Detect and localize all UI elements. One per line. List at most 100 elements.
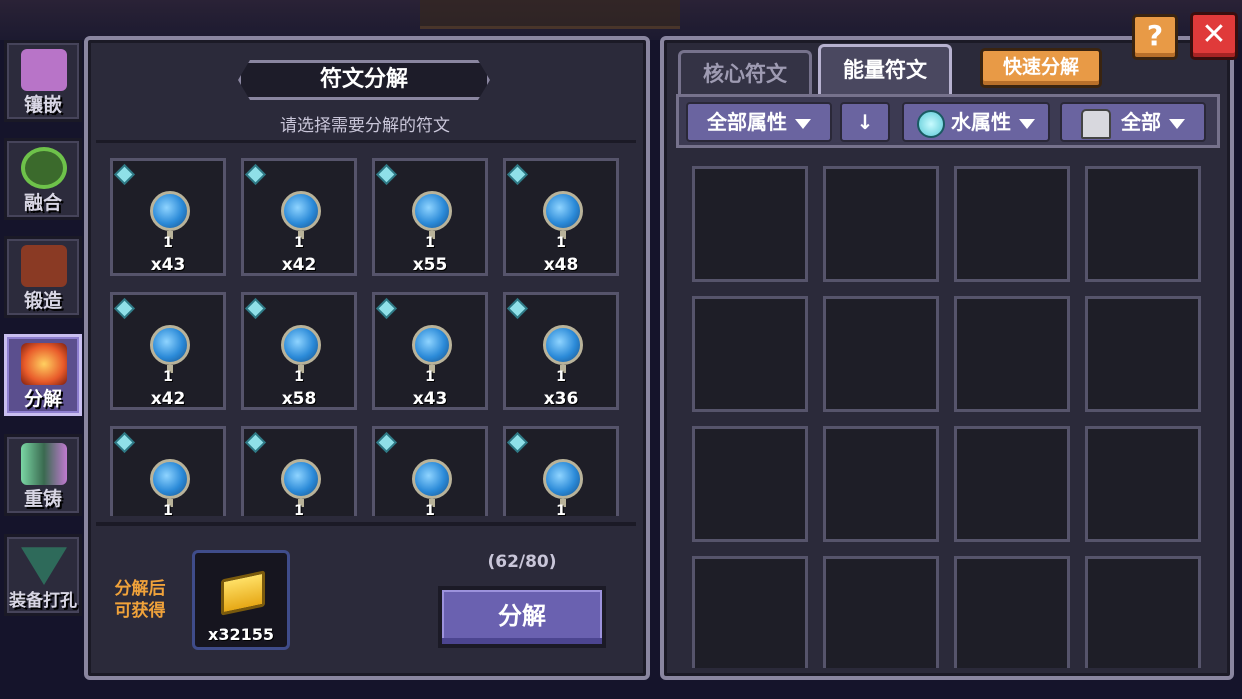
rune-count: x58 [281, 389, 317, 409]
rune-slot[interactable]: 1 [372, 426, 488, 516]
rune-icon [543, 459, 583, 499]
empty-slot[interactable] [1085, 556, 1201, 668]
rune-slot[interactable]: 1 [110, 426, 226, 516]
rune-slot[interactable]: 1 x43 [110, 158, 226, 276]
rune-level: 1 [163, 235, 173, 251]
rune-icon [150, 191, 190, 231]
chevron-down-icon [1019, 118, 1035, 129]
chevron-down-icon [795, 118, 811, 129]
monster-icon [1081, 108, 1111, 139]
rune-count: x48 [543, 255, 579, 275]
empty-slot[interactable] [692, 426, 808, 542]
empty-slot[interactable] [823, 296, 939, 412]
rune-count: x42 [150, 389, 186, 409]
rune-slot[interactable]: 1 x55 [372, 158, 488, 276]
rune-slot[interactable]: 1 x43 [372, 292, 488, 410]
empty-slot[interactable] [823, 556, 939, 668]
yield-label-line1: 分解后 [114, 579, 166, 599]
empty-slot[interactable] [823, 426, 939, 542]
nav-decompose-label: 分解 [23, 388, 62, 410]
rune-icon [412, 325, 452, 365]
chevron-down-icon [1169, 118, 1185, 129]
rune-level: 1 [294, 503, 304, 516]
rune-slot[interactable]: 1 x42 [241, 158, 357, 276]
empty-slot[interactable] [954, 556, 1070, 668]
rune-slot[interactable]: 1 x42 [110, 292, 226, 410]
yield-count: x32155 [208, 625, 274, 644]
question-mark-icon: ? [1146, 19, 1164, 52]
rune-level: 1 [294, 235, 304, 251]
rune-count: x36 [543, 389, 579, 409]
type-filter-label: 全部 [1121, 110, 1161, 134]
empty-slot[interactable] [823, 166, 939, 282]
water-gem-icon [378, 300, 395, 317]
nav-socket[interactable]: 装备打孔 [4, 534, 82, 616]
capacity-counter: (62/80) [487, 552, 557, 572]
empty-slot[interactable] [1085, 296, 1201, 412]
water-gem-icon [509, 166, 526, 183]
rune-slot[interactable]: 1 [503, 426, 619, 516]
recast-icon [21, 443, 67, 485]
yield-slot: x32155 [192, 550, 290, 650]
type-filter-dropdown[interactable]: 全部 [1060, 102, 1206, 142]
decompose-icon [21, 343, 67, 385]
energy-rune-slots [688, 160, 1208, 668]
sort-button[interactable]: ↓ [840, 102, 890, 142]
rune-icon [281, 459, 321, 499]
rune-slot[interactable]: 1 x36 [503, 292, 619, 410]
rune-level: 1 [163, 369, 173, 385]
tab-core-runes[interactable]: 核心符文 [678, 50, 812, 94]
rune-level: 1 [163, 503, 173, 516]
empty-slot[interactable] [954, 166, 1070, 282]
rune-level: 1 [556, 235, 566, 251]
empty-slot[interactable] [692, 296, 808, 412]
nav-inlay[interactable]: 镶嵌 [4, 40, 82, 122]
nav-fusion[interactable]: 融合 [4, 138, 82, 220]
water-gem-icon [247, 166, 264, 183]
rune-slot[interactable]: 1 x48 [503, 158, 619, 276]
water-gem-icon [378, 166, 395, 183]
rune-level: 1 [294, 369, 304, 385]
forge-icon [21, 245, 67, 287]
nav-inlay-label: 镶嵌 [23, 94, 62, 116]
rune-level: 1 [425, 369, 435, 385]
water-gem-icon [509, 434, 526, 451]
help-button[interactable]: ? [1132, 14, 1178, 60]
empty-slot[interactable] [692, 556, 808, 668]
attribute-filter-dropdown[interactable]: 全部属性 [686, 102, 832, 142]
quick-decompose-button[interactable]: 快速分解 [980, 48, 1102, 88]
close-button[interactable]: ✕ [1190, 12, 1238, 60]
empty-slot[interactable] [954, 296, 1070, 412]
rune-icon [281, 191, 321, 231]
socket-icon [21, 547, 67, 585]
empty-slot[interactable] [954, 426, 1070, 542]
nav-forge-label: 锻造 [23, 290, 62, 312]
rune-icon [543, 191, 583, 231]
rune-level: 1 [556, 503, 566, 516]
inlay-icon [21, 49, 67, 91]
decompose-button[interactable]: 分解 [438, 586, 606, 648]
nav-forge[interactable]: 锻造 [4, 236, 82, 318]
panel-title: 符文分解 [238, 60, 490, 100]
fusion-icon [21, 147, 67, 189]
element-filter-dropdown[interactable]: 水属性 [902, 102, 1050, 142]
rune-slot[interactable]: 1 [241, 426, 357, 516]
water-gem-icon [116, 434, 133, 451]
nav-decompose[interactable]: 分解 [4, 334, 82, 416]
water-drop-icon [917, 109, 945, 138]
water-gem-icon [509, 300, 526, 317]
empty-slot[interactable] [1085, 426, 1201, 542]
rune-count: x43 [412, 389, 448, 409]
rune-icon [150, 325, 190, 365]
empty-slot[interactable] [1085, 166, 1201, 282]
rune-slot[interactable]: 1 x58 [241, 292, 357, 410]
rune-level: 1 [556, 369, 566, 385]
rune-level: 1 [425, 235, 435, 251]
divider [96, 522, 636, 526]
tab-energy-runes[interactable]: 能量符文 [818, 44, 952, 94]
empty-slot[interactable] [692, 166, 808, 282]
nav-recast[interactable]: 重铸 [4, 434, 82, 516]
yield-label-line2: 可获得 [114, 601, 166, 621]
rune-icon [543, 325, 583, 365]
element-filter-label: 水属性 [951, 110, 1011, 134]
